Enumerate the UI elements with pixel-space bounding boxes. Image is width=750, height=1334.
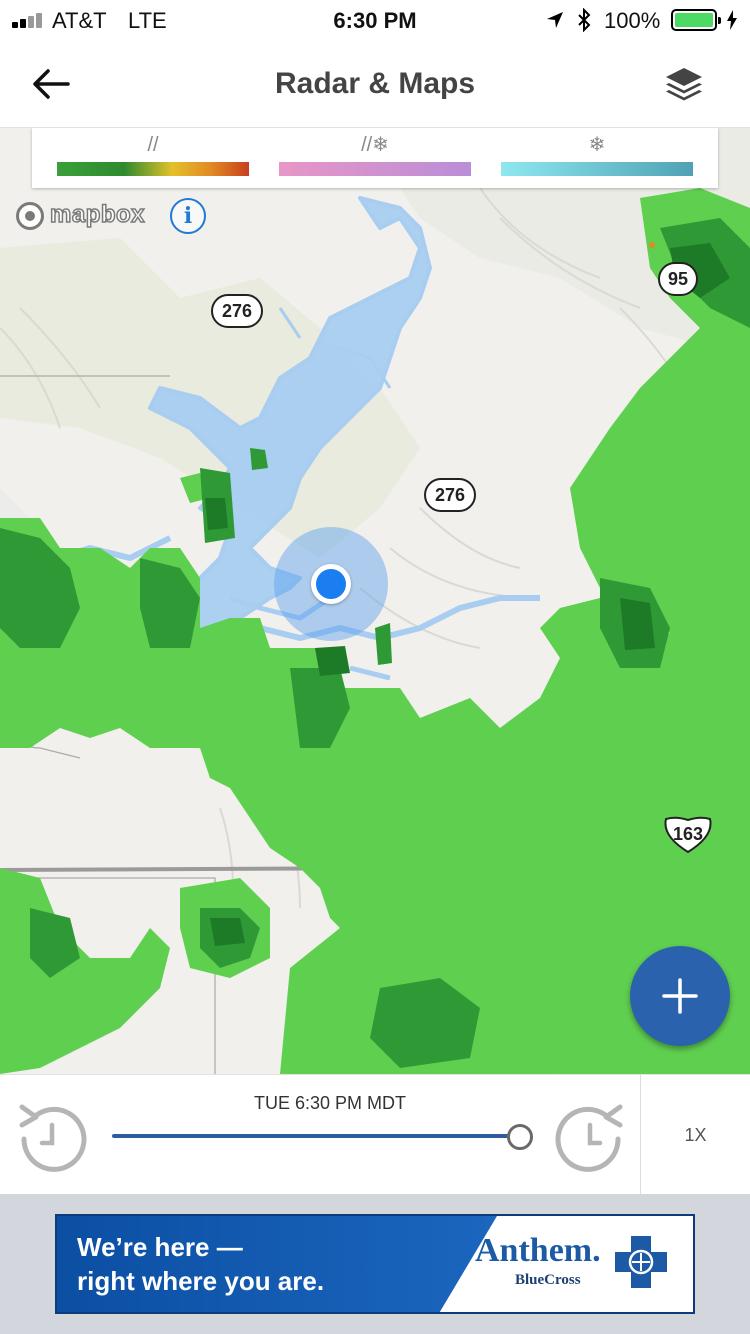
nav-header: Radar & Maps	[0, 40, 750, 128]
radar-timeline: TUE 6:30 PM MDT 1X	[0, 1074, 750, 1195]
timeline-track[interactable]	[112, 1134, 510, 1138]
ad-container: We’re here — right where you are. Anthem…	[0, 1194, 750, 1334]
battery-percentage: 100%	[604, 8, 661, 33]
location-arrow-icon	[547, 12, 563, 28]
charging-icon	[727, 10, 737, 30]
battery-icon	[671, 9, 721, 31]
blue-cross-logo-icon	[615, 1236, 667, 1288]
plus-icon	[662, 978, 698, 1014]
route-shield-276: 276	[424, 478, 476, 512]
rewind-icon[interactable]	[14, 1093, 90, 1173]
page-title: Radar & Maps	[274, 67, 476, 100]
ad-banner[interactable]: We’re here — right where you are. Anthem…	[55, 1214, 695, 1314]
status-bar: AT&T LTE 6:30 PM 100%	[0, 0, 750, 40]
fast-forward-icon[interactable]	[552, 1093, 628, 1173]
playback-speed-button[interactable]: 1X	[641, 1075, 750, 1195]
snow-gradient-bar	[501, 162, 693, 176]
ad-brand-name: Anthem.	[475, 1232, 601, 1269]
us-route-shield-163: 163	[662, 816, 714, 854]
us-route-163-label: 163	[672, 824, 704, 844]
precipitation-legend: // //❄ ❄	[32, 128, 718, 188]
legend-snow: ❄	[501, 132, 693, 184]
mapbox-mark-icon	[16, 202, 44, 230]
mix-icon: //❄	[361, 134, 389, 156]
layers-icon[interactable]	[660, 62, 708, 106]
mix-gradient-bar	[279, 162, 471, 176]
ad-tagline: We’re here — right where you are.	[77, 1230, 407, 1298]
ad-tagline-line2: right where you are.	[77, 1266, 325, 1296]
attribution-info-button[interactable]: i	[170, 198, 206, 234]
add-button[interactable]	[630, 946, 730, 1046]
current-frame-time: TUE 6:30 PM MDT	[253, 1093, 407, 1113]
timeline-slider-thumb[interactable]	[507, 1124, 533, 1150]
current-location-marker[interactable]	[311, 564, 351, 604]
mapbox-logo[interactable]: mapbox	[16, 200, 156, 232]
ad-brand-sub: BlueCross	[515, 1272, 581, 1288]
snow-icon: ❄	[588, 134, 606, 156]
mapbox-wordmark: mapbox	[49, 200, 146, 229]
legend-rain: //	[57, 132, 249, 184]
ad-tagline-line1: We’re here —	[77, 1232, 243, 1262]
rain-gradient-bar	[57, 162, 249, 176]
radar-map[interactable]: // //❄ ❄ mapbox i 276 276 95 163	[0, 128, 750, 1074]
rain-icon: //	[147, 134, 159, 156]
bluetooth-icon	[578, 8, 591, 32]
route-shield-95: 95	[658, 262, 698, 296]
legend-mix: //❄	[279, 132, 471, 184]
route-shield-276: 276	[211, 294, 263, 328]
